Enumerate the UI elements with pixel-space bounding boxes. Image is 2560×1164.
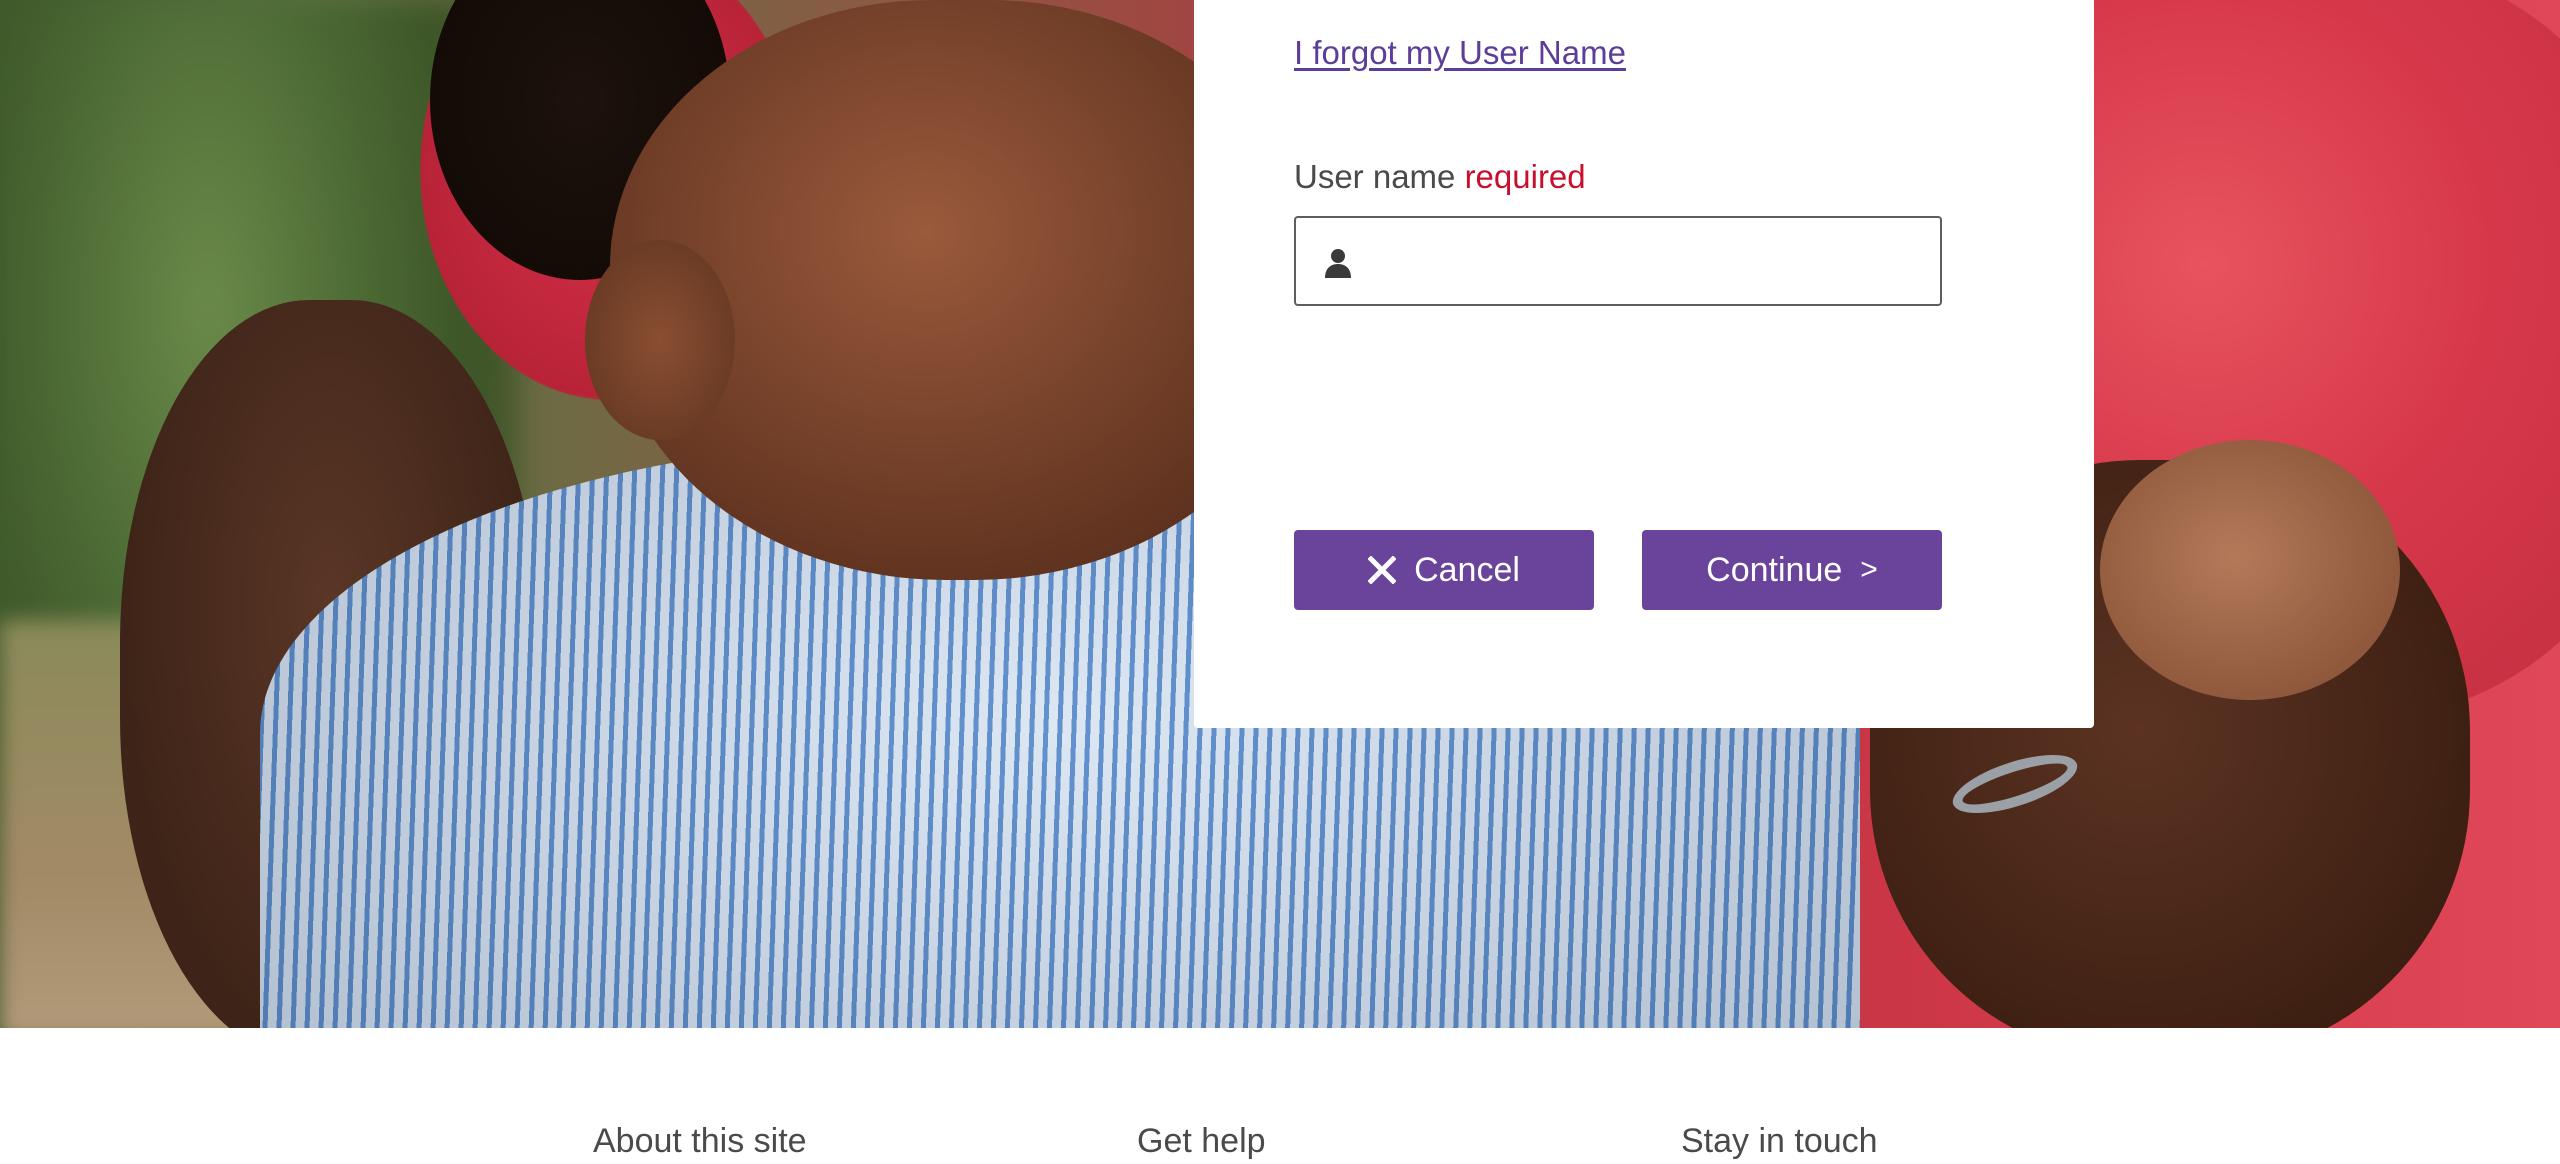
chevron-right-icon: >	[1860, 553, 1878, 586]
child-hand	[2100, 440, 2400, 700]
cancel-button-label: Cancel	[1414, 550, 1520, 589]
user-icon	[1325, 249, 1351, 278]
username-label: User name required	[1294, 158, 1586, 196]
cancel-button[interactable]: Cancel	[1294, 530, 1594, 610]
username-field[interactable]	[1294, 216, 1942, 306]
forgot-username-link[interactable]: I forgot my User Name	[1294, 34, 1626, 72]
close-icon	[1368, 556, 1397, 584]
footer-heading-contact: Stay in touch	[1681, 1122, 1878, 1160]
username-label-text: User name	[1294, 158, 1456, 195]
child-ear	[585, 240, 735, 440]
continue-button-label: Continue	[1706, 550, 1843, 589]
username-card: I forgot my User Name User name required…	[1194, 0, 2094, 728]
username-input[interactable]	[1374, 218, 1934, 304]
footer-heading-about: About this site	[593, 1122, 807, 1160]
footer-heading-help: Get help	[1137, 1122, 1266, 1160]
continue-button[interactable]: Continue >	[1642, 530, 1942, 610]
required-indicator: required	[1464, 158, 1586, 195]
